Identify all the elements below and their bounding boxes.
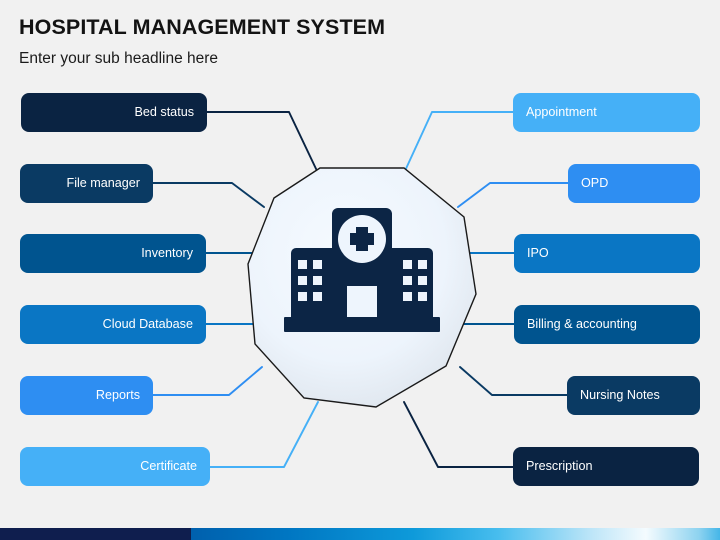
center-hub — [246, 166, 478, 409]
connector-bed-status — [206, 111, 319, 174]
page-title: HOSPITAL MANAGEMENT SYSTEM — [19, 15, 386, 39]
node-label: Inventory — [141, 246, 193, 261]
bottom-bar-dark-segment — [0, 528, 191, 540]
node-reports[interactable]: Reports — [20, 376, 153, 415]
node-nursing-notes[interactable]: Nursing Notes — [567, 376, 700, 415]
octagon-shape — [247, 167, 477, 408]
node-label: OPD — [581, 176, 609, 191]
node-label: Cloud Database — [102, 317, 193, 332]
bottom-bar-gradient-segment — [191, 528, 720, 540]
slide-canvas: HOSPITAL MANAGEMENT SYSTEM Enter your su… — [0, 0, 720, 540]
node-bed-status[interactable]: Bed status — [21, 93, 207, 132]
bottom-decoration-bar — [0, 528, 720, 540]
node-cloud-database[interactable]: Cloud Database — [20, 305, 206, 344]
node-label: Reports — [95, 388, 140, 403]
node-file-manager[interactable]: File manager — [20, 164, 153, 203]
node-label: File manager — [66, 176, 141, 191]
node-ipo[interactable]: IPO — [514, 234, 700, 273]
node-label: Certificate — [140, 459, 197, 474]
node-appointment[interactable]: Appointment — [513, 93, 700, 132]
node-label: Bed status — [134, 105, 194, 120]
node-label: Nursing Notes — [580, 388, 660, 403]
node-prescription[interactable]: Prescription — [513, 447, 699, 486]
page-subtitle: Enter your sub headline here — [19, 50, 219, 67]
connector-prescription — [403, 401, 514, 468]
connector-appointment — [403, 111, 514, 174]
node-certificate[interactable]: Certificate — [20, 447, 210, 486]
node-opd[interactable]: OPD — [568, 164, 700, 203]
node-label: Prescription — [526, 459, 593, 474]
node-billing-accounting[interactable]: Billing & accounting — [514, 305, 700, 344]
node-label: IPO — [527, 246, 549, 261]
node-label: Billing & accounting — [527, 317, 637, 332]
connector-certificate — [209, 401, 319, 468]
node-label: Appointment — [526, 105, 597, 120]
node-inventory[interactable]: Inventory — [20, 234, 206, 273]
